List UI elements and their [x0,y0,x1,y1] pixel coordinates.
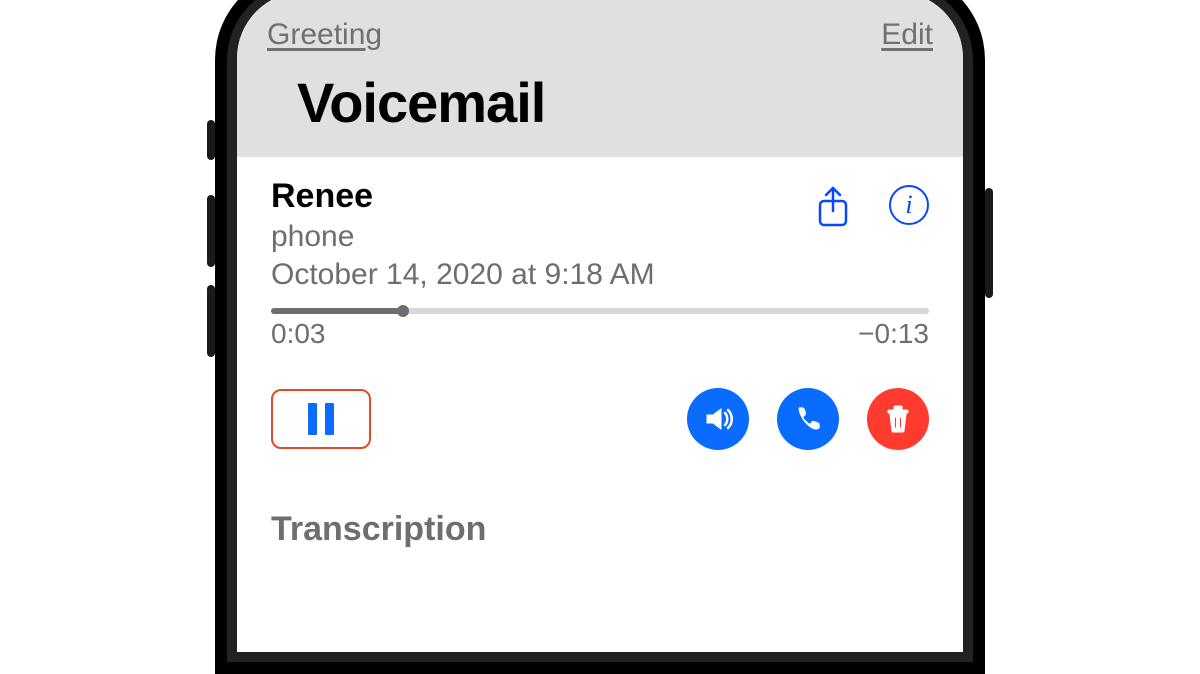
header: Greeting Edit Voicemail [237,0,963,157]
phone-icon [793,404,823,434]
phone-power-button [985,188,993,298]
phone-bezel: Greeting Edit Voicemail Renee phone Octo… [215,0,985,674]
phone-frame: Greeting Edit Voicemail Renee phone Octo… [215,0,985,674]
time-elapsed: 0:03 [271,318,326,350]
pause-icon [308,403,317,435]
trash-icon [884,404,912,434]
share-icon[interactable] [813,185,853,234]
pause-button[interactable] [271,389,371,449]
speaker-button[interactable] [687,388,749,450]
phone-volume-up [207,195,215,267]
voicemail-timestamp: October 14, 2020 at 9:18 AM [271,258,813,292]
phone-side-switch [207,120,215,160]
phone-volume-down [207,285,215,357]
caller-name: Renee [271,177,813,216]
playback-thumb[interactable] [397,305,409,317]
playback-scrubber[interactable] [271,308,929,314]
edit-link[interactable]: Edit [881,18,933,52]
pause-icon [325,403,334,435]
greeting-link[interactable]: Greeting [267,18,382,52]
call-back-button[interactable] [777,388,839,450]
transcription-heading: Transcription [271,510,929,549]
nav-bar: Greeting Edit [267,10,933,60]
caller-source: phone [271,220,813,254]
page-title: Voicemail [267,60,933,147]
delete-button[interactable] [867,388,929,450]
screen: Greeting Edit Voicemail Renee phone Octo… [237,0,963,652]
info-icon[interactable]: i [889,185,929,225]
time-remaining: −0:13 [858,318,929,350]
playback-progress-fill [271,308,403,314]
voicemail-item: Renee phone October 14, 2020 at 9:18 AM [237,157,963,549]
speaker-icon [701,402,735,436]
